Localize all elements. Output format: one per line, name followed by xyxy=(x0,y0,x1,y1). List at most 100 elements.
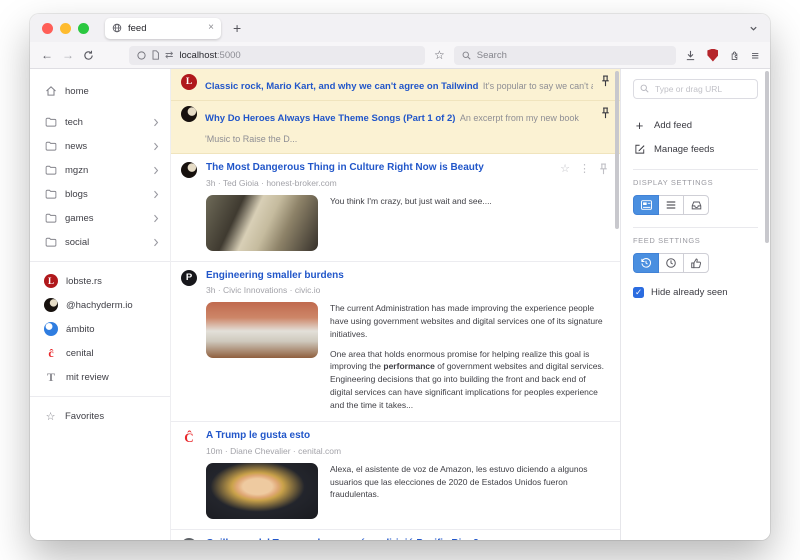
sidebar-item-label: social xyxy=(65,237,89,248)
display-settings-label: DISPLAY SETTINGS xyxy=(633,178,758,187)
cenital-icon: ĉ xyxy=(44,346,58,360)
article-title[interactable]: A Trump le gusta esto xyxy=(206,430,608,443)
pinned-title[interactable]: Classic rock, Mario Kart, and why we can… xyxy=(205,81,478,92)
pin-icon[interactable] xyxy=(601,107,610,119)
sidebar-feed-lobsters[interactable]: L lobste.rs xyxy=(30,269,170,293)
checkbox-checked-icon[interactable]: ✓ xyxy=(633,287,644,298)
feed-settings-group xyxy=(633,253,709,273)
chevron-right-icon xyxy=(153,166,159,175)
article-paragraph: You think I'm crazy, but just wait and s… xyxy=(330,195,608,208)
article-thumbnail[interactable] xyxy=(206,302,318,358)
browser-search-bar[interactable] xyxy=(454,46,677,65)
manage-feeds-label: Manage feeds xyxy=(654,144,714,155)
window-controls xyxy=(42,23,89,34)
browser-window: feed × + ← → ⇄ localhost:5 xyxy=(30,14,770,540)
pinned-item[interactable]: Why Do Heroes Always Have Theme Songs (P… xyxy=(171,101,620,154)
sidebar-item-label: news xyxy=(65,141,87,152)
mit-review-icon: T xyxy=(44,370,58,384)
article-title[interactable]: Guillermo del Toro revela por qué no dir… xyxy=(206,538,608,540)
article-title[interactable]: The Most Dangerous Thing in Culture Righ… xyxy=(206,162,551,175)
article-thumbnail[interactable] xyxy=(206,195,318,251)
folder-icon xyxy=(44,140,57,152)
pin-icon[interactable] xyxy=(599,163,608,175)
sidebar-feed-cenital[interactable]: ĉ cenital xyxy=(30,341,170,365)
bookmark-star-icon[interactable]: ☆ xyxy=(434,48,445,62)
hide-seen-label: Hide already seen xyxy=(651,287,728,298)
manage-feeds-button[interactable]: Manage feeds xyxy=(633,137,758,161)
back-icon[interactable]: ← xyxy=(41,49,53,61)
url-bar[interactable]: ⇄ localhost:5000 xyxy=(129,46,425,65)
sidebar-feed-ambito[interactable]: ámbito xyxy=(30,317,170,341)
zoom-window-button[interactable] xyxy=(78,23,89,34)
sidebar-folder-games[interactable]: games xyxy=(30,206,170,230)
pinned-snippet: It's popular to say we can't agree on Ta… xyxy=(483,81,593,91)
favorite-star-icon[interactable]: ☆ xyxy=(560,164,570,175)
new-tab-button[interactable]: + xyxy=(233,21,241,35)
feed-scrollbar[interactable] xyxy=(615,71,619,229)
article-card: Ĉ A Trump le gusta esto 10m · Diane Chev… xyxy=(171,421,620,529)
site-info-icon[interactable] xyxy=(137,51,146,60)
source-badge: P xyxy=(181,270,197,286)
forward-icon[interactable]: → xyxy=(62,49,74,61)
article-thumbnail[interactable] xyxy=(206,463,318,519)
article-paragraph: The current Administration has made impr… xyxy=(330,302,608,340)
article-paragraph: One area that holds enormous promise for… xyxy=(330,348,608,412)
hide-seen-toggle[interactable]: ✓ Hide already seen xyxy=(633,287,758,298)
reload-icon[interactable] xyxy=(83,50,94,61)
sidebar-folder-blogs[interactable]: blogs xyxy=(30,182,170,206)
tab-close-icon[interactable]: × xyxy=(208,23,214,33)
chevron-right-icon xyxy=(153,142,159,151)
pinned-title[interactable]: Why Do Heroes Always Have Theme Songs (P… xyxy=(205,113,455,124)
sidebar-scrollbar[interactable] xyxy=(765,71,769,243)
chevron-right-icon xyxy=(153,238,159,247)
extensions-icon[interactable] xyxy=(729,50,740,61)
add-feed-button[interactable]: + Add feed xyxy=(633,113,758,137)
article-meta: 3h · Ted Gioia · honest-broker.com xyxy=(206,178,551,188)
page-icon[interactable] xyxy=(151,50,160,60)
swap-arrows-icon[interactable]: ⇄ xyxy=(165,50,173,61)
search-input[interactable] xyxy=(477,50,669,61)
avatar xyxy=(44,298,58,312)
history-sort-button[interactable] xyxy=(633,253,659,273)
tab-overflow-chevron-icon[interactable] xyxy=(749,24,758,33)
star-icon: ☆ xyxy=(44,410,57,423)
lobsters-icon: L xyxy=(181,74,197,90)
page: feed × + ← → ⇄ localhost:5 xyxy=(0,0,800,560)
ambito-icon xyxy=(44,322,58,336)
sidebar-item-label: Favorites xyxy=(65,411,104,422)
thumbs-up-button[interactable] xyxy=(683,253,709,273)
avatar xyxy=(181,106,197,122)
sidebar-folder-mgzn[interactable]: mgzn xyxy=(30,158,170,182)
clock-sort-button[interactable] xyxy=(658,253,684,273)
chevron-right-icon xyxy=(153,190,159,199)
downloads-icon[interactable] xyxy=(685,50,696,61)
article-title[interactable]: Engineering smaller burdens xyxy=(206,270,608,283)
home-icon xyxy=(44,85,57,97)
sidebar-item-favorites[interactable]: ☆ Favorites xyxy=(30,404,170,428)
sidebar-folder-tech[interactable]: tech xyxy=(30,110,170,134)
card-view-button[interactable] xyxy=(633,195,659,215)
url-text: localhost:5000 xyxy=(179,50,240,61)
add-feed-url-input[interactable] xyxy=(633,79,758,99)
sidebar-item-label: games xyxy=(65,213,94,224)
sidebar-feed-mit-review[interactable]: T mit review xyxy=(30,365,170,389)
article-meta: 10m · Diane Chevalier · cenital.com xyxy=(206,446,608,456)
minimize-window-button[interactable] xyxy=(60,23,71,34)
pin-icon[interactable] xyxy=(601,75,610,87)
adblock-shield-icon[interactable] xyxy=(707,49,718,62)
sidebar-feed-hachyderm[interactable]: @hachyderm.io xyxy=(30,293,170,317)
menu-icon[interactable]: ≡ xyxy=(751,49,759,62)
article-card: The Most Dangerous Thing in Culture Righ… xyxy=(171,154,620,261)
sidebar-item-home[interactable]: home xyxy=(30,79,170,103)
pinned-item[interactable]: L Classic rock, Mario Kart, and why we c… xyxy=(171,69,620,101)
kebab-menu-icon[interactable]: ⋮ xyxy=(579,164,590,175)
compact-view-button[interactable] xyxy=(683,195,709,215)
folder-icon xyxy=(44,212,57,224)
sidebar-folder-news[interactable]: news xyxy=(30,134,170,158)
close-window-button[interactable] xyxy=(42,23,53,34)
sidebar-folder-social[interactable]: social xyxy=(30,230,170,254)
list-view-button[interactable] xyxy=(658,195,684,215)
right-sidebar: + Add feed Manage feeds DISPLAY SETTINGS xyxy=(621,69,770,540)
browser-tab[interactable]: feed × xyxy=(105,18,221,39)
sidebar-item-label: lobste.rs xyxy=(66,276,102,287)
